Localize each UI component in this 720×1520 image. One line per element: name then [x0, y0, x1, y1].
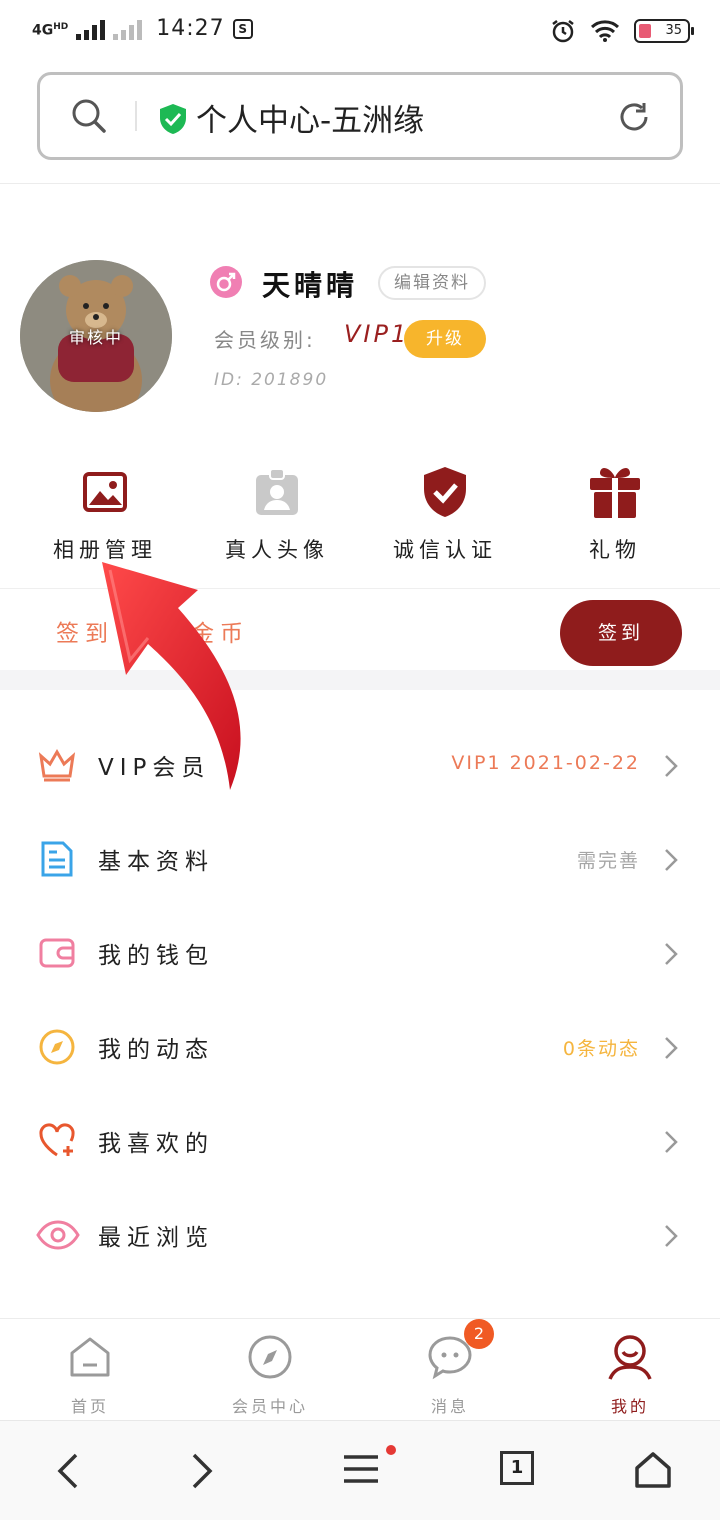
eye-icon — [36, 1220, 80, 1250]
alarm-icon — [552, 20, 574, 43]
tab-mine[interactable]: 我的 — [540, 1333, 720, 1417]
chevron-right-icon — [665, 849, 678, 871]
menu-value: 0条动态 — [562, 1038, 640, 1060]
app-notification-icon: S — [232, 18, 253, 39]
menu-label: 基本资料 — [98, 849, 214, 875]
menu-label: 我喜欢的 — [98, 1131, 214, 1157]
photo-album-icon — [83, 472, 127, 512]
heart-plus-icon — [39, 1123, 75, 1157]
home-icon — [70, 1337, 110, 1377]
tab-label: 会员中心 — [231, 1397, 308, 1416]
tab-home[interactable]: 首页 — [0, 1333, 180, 1417]
menu-value: 需完善 — [576, 850, 640, 872]
tabs-count-button[interactable]: 1 — [500, 1451, 534, 1485]
action-real-avatar[interactable]: 真人头像 — [192, 456, 362, 564]
tab-label: 我的 — [610, 1397, 649, 1416]
menu-label: 我的钱包 — [98, 943, 214, 969]
header-divider — [0, 183, 720, 184]
address-bar[interactable]: 个人中心-五洲缘 — [37, 72, 683, 160]
wifi-icon — [590, 20, 620, 42]
chevron-right-icon — [665, 1037, 678, 1059]
edit-profile-button[interactable]: 编辑资料 — [378, 266, 486, 300]
user-icon — [608, 1335, 652, 1380]
signal-icon — [76, 18, 106, 40]
forward-icon[interactable] — [188, 1451, 216, 1491]
back-icon[interactable] — [54, 1451, 82, 1491]
wallet-icon — [39, 938, 75, 968]
action-integrity-verify[interactable]: 诚信认证 — [360, 456, 530, 564]
chevron-right-icon — [665, 1131, 678, 1153]
menu-icon — [344, 1455, 378, 1483]
menu-item-likes[interactable]: 我喜欢的 — [0, 1094, 720, 1188]
browser-nav-bar: 1 — [0, 1420, 720, 1520]
menu-label: 最近浏览 — [98, 1225, 214, 1251]
action-label: 诚信认证 — [393, 538, 497, 562]
compass-icon — [39, 1029, 75, 1065]
notification-dot — [386, 1445, 396, 1455]
member-level-value: VIP1 — [344, 320, 410, 348]
avatar-review-badge: 审核中 — [68, 328, 123, 347]
user-id: ID: 201890 — [214, 370, 329, 390]
reload-icon[interactable] — [614, 97, 654, 137]
signal-icon-2 — [113, 18, 143, 40]
menu-item-my-feed[interactable]: 我的动态 0条动态 — [0, 1000, 720, 1094]
menu-item-basic-info[interactable]: 基本资料 需完善 — [0, 812, 720, 906]
menu-value: VIP1 2021-02-22 — [451, 752, 640, 774]
compass-icon — [248, 1335, 292, 1379]
status-bar: 4GHD 14:27 S 35 — [0, 0, 720, 64]
chevron-right-icon — [665, 943, 678, 965]
menu-item-wallet[interactable]: 我的钱包 — [0, 906, 720, 1000]
menu-item-recent[interactable]: 最近浏览 — [0, 1188, 720, 1282]
tab-label: 首页 — [70, 1397, 109, 1416]
bottom-tab-bar: 首页 会员中心 2 消息 我的 — [0, 1318, 720, 1418]
chevron-right-icon — [665, 755, 678, 777]
action-label: 礼物 — [589, 538, 641, 562]
tab-member-center[interactable]: 会员中心 — [180, 1333, 360, 1417]
document-icon — [41, 841, 73, 877]
action-gift[interactable]: 礼物 — [530, 456, 700, 564]
menu-label: 我的动态 — [98, 1037, 214, 1063]
action-photo-album[interactable]: 相册管理 — [20, 456, 190, 564]
member-level-label: 会员级别: — [214, 328, 316, 352]
chevron-right-icon — [665, 1225, 678, 1247]
nickname: 天晴晴 — [262, 269, 359, 302]
crown-icon — [38, 749, 76, 782]
search-icon[interactable] — [70, 97, 108, 135]
menu-button[interactable] — [342, 1445, 396, 1491]
tab-messages[interactable]: 2 消息 — [360, 1319, 540, 1417]
network-indicator: 4GHD — [32, 21, 69, 39]
red-arrow-annotation — [102, 562, 241, 790]
status-right: 35 — [550, 18, 694, 44]
male-icon — [210, 266, 242, 298]
id-badge-icon — [256, 468, 298, 515]
upgrade-button[interactable]: 升级 — [404, 320, 486, 358]
battery-icon: 35 — [634, 19, 694, 43]
avatar[interactable]: 审核中 — [20, 260, 172, 412]
shield-check-icon — [424, 467, 466, 517]
home-icon[interactable] — [634, 1451, 672, 1489]
signin-button[interactable]: 签到 — [560, 600, 682, 666]
gift-icon — [590, 468, 640, 518]
page-title[interactable]: 个人中心-五洲缘 — [196, 95, 424, 140]
shield-check-icon — [160, 104, 186, 134]
address-divider — [135, 101, 137, 131]
tab-label: 消息 — [430, 1397, 469, 1416]
message-count-badge: 2 — [464, 1319, 494, 1349]
status-left: 4GHD 14:27 S — [32, 16, 253, 41]
status-time: 14:27 — [156, 16, 225, 41]
